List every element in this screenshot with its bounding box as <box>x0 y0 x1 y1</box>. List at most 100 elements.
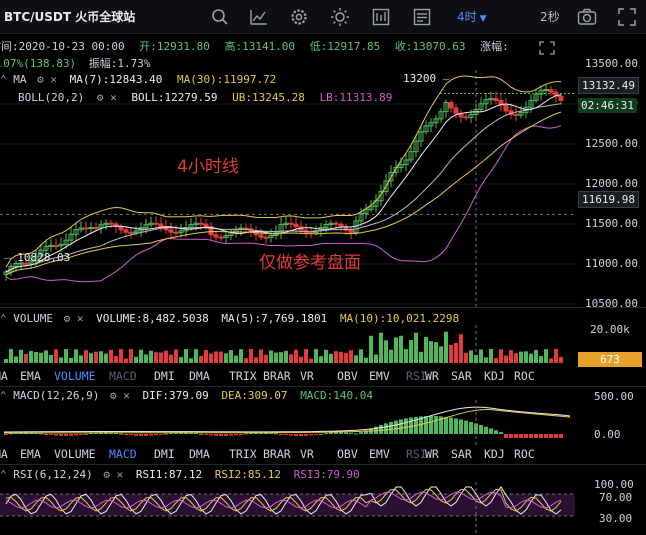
tab-volume[interactable]: VOLUME <box>54 447 96 461</box>
macd-bar <box>404 418 408 434</box>
tab-obv[interactable]: OBV <box>337 369 358 383</box>
tab-brar[interactable]: BRAR <box>263 369 291 383</box>
candle-body <box>118 226 124 231</box>
tab-macd[interactable]: MACD <box>109 369 137 383</box>
volume-bar <box>464 352 468 363</box>
volume-bar <box>44 350 48 363</box>
tab-volume[interactable]: VOLUME <box>54 369 96 383</box>
tab-dma[interactable]: DMA <box>189 447 210 461</box>
crosshair-price-tag: 11619.98 <box>578 191 639 208</box>
volume-bar <box>194 349 198 363</box>
volume-bar <box>524 351 528 363</box>
macd-bar <box>354 433 358 435</box>
volume-bar <box>274 352 278 363</box>
candle-body <box>293 223 299 228</box>
tab-rsi[interactable]: RSI <box>406 447 427 461</box>
low-marker-value: 10828.03 <box>17 251 71 264</box>
macd-bar <box>554 434 558 438</box>
volume-bar <box>344 353 348 363</box>
candle-body <box>503 104 509 112</box>
ohlc-row-2: 1.07%(138.83) 振幅:1.73% <box>0 55 150 71</box>
volume-bar <box>384 340 388 363</box>
tab-kdj[interactable]: KDJ <box>484 369 505 383</box>
volume-ma5: MA(5):7,769.1801 <box>221 312 328 325</box>
volume-close-icon[interactable]: ✕ <box>77 312 84 325</box>
pair-title[interactable]: BTC/USDT 火币全球站 <box>4 8 135 25</box>
tab-ema[interactable]: EMA <box>20 369 41 383</box>
tab-sar[interactable]: SAR <box>451 447 472 461</box>
top-toolbar: BTC/USDT 火币全球站 4时 ▼ 2秒 <box>0 0 646 34</box>
tab-vr[interactable]: VR <box>300 369 314 383</box>
tab-dmi[interactable]: DMI <box>154 447 175 461</box>
tab-obv[interactable]: OBV <box>337 447 358 461</box>
change-label: 涨幅: <box>480 40 509 53</box>
macd-bar <box>119 433 123 435</box>
layout-icon[interactable] <box>370 6 392 28</box>
macd-bar <box>359 432 363 434</box>
macd-bar <box>154 434 158 436</box>
tab-roc[interactable]: ROC <box>514 447 535 461</box>
rsi-settings-icon[interactable]: ⚙ <box>103 468 110 481</box>
more-icon[interactable] <box>411 6 433 28</box>
volume-bar <box>99 351 103 363</box>
tab-wr[interactable]: WR <box>425 369 439 383</box>
tab-rsi[interactable]: RSI <box>406 369 427 383</box>
tab-wr[interactable]: WR <box>425 447 439 461</box>
volume-current-tag: 673 <box>578 352 642 367</box>
rsi-collapse-icon[interactable]: ⌃ <box>0 468 7 481</box>
high-marker: 13200 — <box>403 72 450 85</box>
rsi-close-icon[interactable]: ✕ <box>117 468 124 481</box>
tab-ma[interactable]: MA <box>0 369 8 383</box>
volume-collapse-icon[interactable]: ⌃ <box>0 312 7 325</box>
tab-ma[interactable]: MA <box>0 447 8 461</box>
theme-icon[interactable] <box>329 6 351 28</box>
settings-icon[interactable] <box>288 6 310 28</box>
volume-bar <box>304 349 308 363</box>
volume-bar <box>24 354 28 363</box>
tab-brar[interactable]: BRAR <box>263 447 291 461</box>
macd-bar <box>304 434 308 436</box>
rsi-axis-70: 70.00 <box>599 491 633 504</box>
volume-bar <box>219 351 223 363</box>
macd-bar <box>479 425 483 434</box>
interval-selector[interactable]: 4时 ▼ <box>457 8 487 25</box>
macd-bar <box>469 421 473 434</box>
tab-trix[interactable]: TRIX <box>229 369 257 383</box>
macd-bar <box>139 434 143 436</box>
candle-body <box>93 226 99 229</box>
tab-dmi[interactable]: DMI <box>154 369 175 383</box>
tab-kdj[interactable]: KDJ <box>484 447 505 461</box>
candle-body <box>153 222 159 225</box>
tab-ema[interactable]: EMA <box>20 447 41 461</box>
time-readout: 时间:2020-10-23 00:00 <box>0 40 125 53</box>
rsi2-readout: RSI2:85.12 <box>214 468 281 481</box>
tab-sar[interactable]: SAR <box>451 369 472 383</box>
search-icon[interactable] <box>209 6 231 28</box>
tab-emv[interactable]: EMV <box>369 369 390 383</box>
macd-bar <box>514 434 518 438</box>
volume-bar <box>494 358 498 363</box>
candle-body <box>333 222 339 225</box>
volume-bar <box>199 355 203 363</box>
candle-body <box>158 223 164 228</box>
tab-roc[interactable]: ROC <box>514 369 535 383</box>
camera-icon[interactable] <box>576 6 598 28</box>
tab-dma[interactable]: DMA <box>189 369 210 383</box>
tab-trix[interactable]: TRIX <box>229 447 257 461</box>
refresh-speed[interactable]: 2秒 <box>540 8 560 25</box>
price-chart[interactable] <box>0 70 646 310</box>
volume-settings-icon[interactable]: ⚙ <box>64 312 71 325</box>
expand-chart-icon[interactable] <box>538 40 556 56</box>
macd-bar <box>239 434 243 435</box>
macd-bar <box>4 434 8 435</box>
macd-bar <box>69 434 73 436</box>
tab-vr[interactable]: VR <box>300 447 314 461</box>
candle-body <box>258 234 264 238</box>
macd-bar <box>529 434 533 438</box>
volume-bar <box>119 349 123 363</box>
candle-type-icon[interactable] <box>248 6 270 28</box>
fullscreen-icon[interactable] <box>616 6 638 28</box>
tab-emv[interactable]: EMV <box>369 447 390 461</box>
volume-bar <box>499 349 503 363</box>
tab-macd[interactable]: MACD <box>109 447 137 461</box>
